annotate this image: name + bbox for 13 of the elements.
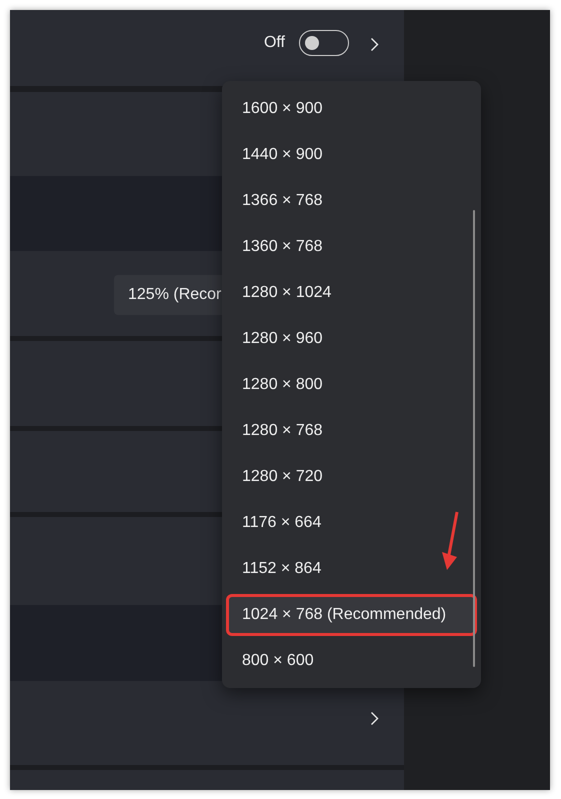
menu-item[interactable]: 1600 × 900: [228, 90, 475, 128]
menu-item[interactable]: 1152 × 864: [228, 550, 475, 588]
toggle-label: Off: [264, 34, 285, 52]
menu-item[interactable]: 800 × 600: [228, 642, 475, 680]
menu-item[interactable]: 1024 × 768 (Recommended): [228, 596, 475, 634]
menu-item[interactable]: 1280 × 768: [228, 412, 475, 450]
menu-item[interactable]: 1360 × 768: [228, 228, 475, 266]
menu-item[interactable]: 1440 × 900: [228, 136, 475, 174]
menu-item[interactable]: 1280 × 800: [228, 366, 475, 404]
menu-item[interactable]: 1280 × 720: [228, 458, 475, 496]
menu-item[interactable]: 1280 × 960: [228, 320, 475, 358]
menu-item[interactable]: 1366 × 768: [228, 182, 475, 220]
menu-item[interactable]: 1176 × 664: [228, 504, 475, 542]
